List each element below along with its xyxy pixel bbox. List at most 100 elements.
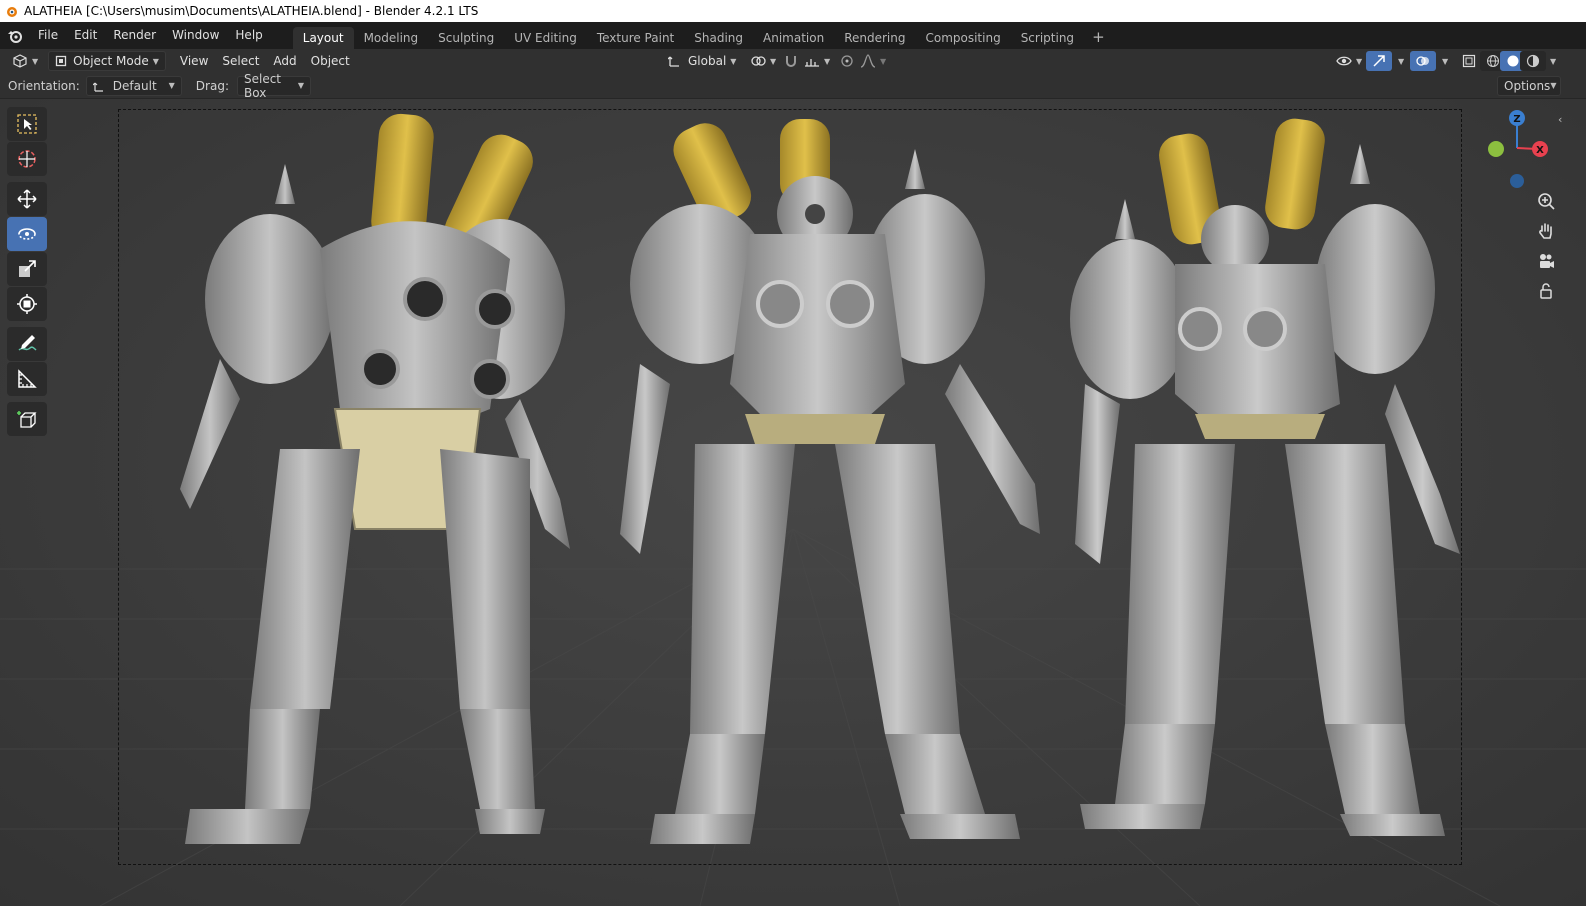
editor-type-button[interactable]: ▼ <box>6 51 44 71</box>
chevron-down-icon: ▼ <box>880 56 887 66</box>
ruler-icon <box>18 369 37 388</box>
menu-object[interactable]: Object <box>305 51 356 71</box>
orientation-field-label: Orientation: <box>8 78 80 93</box>
tool-rotate[interactable] <box>7 217 47 251</box>
cursor-icon <box>18 150 36 168</box>
overlays-dropdown[interactable]: ▼ <box>1432 51 1454 71</box>
tool-annotate[interactable] <box>7 327 47 361</box>
chevron-down-icon: ▼ <box>1550 81 1557 90</box>
solid-sphere-icon <box>1507 55 1519 67</box>
xray-toggle[interactable] <box>1456 51 1482 71</box>
drag-field-label: Drag: <box>195 78 229 93</box>
tool-measure[interactable] <box>7 362 47 396</box>
menu-edit[interactable]: Edit <box>66 22 105 49</box>
menu-file[interactable]: File <box>30 22 66 49</box>
chevron-down-icon: ▼ <box>152 56 159 66</box>
robot-model-back[interactable] <box>160 109 590 854</box>
pan-button[interactable] <box>1533 218 1559 244</box>
window-titlebar: ALATHEIA [C:\Users\musim\Documents\ALATH… <box>0 0 1586 22</box>
proportional-falloff-dropdown[interactable]: ▼ <box>854 51 892 71</box>
menu-view[interactable]: View <box>174 51 214 71</box>
chevron-down-icon: ▼ <box>32 56 39 66</box>
tab-layout[interactable]: Layout <box>292 27 354 49</box>
eye-icon <box>1336 56 1352 66</box>
material-sphere-icon <box>1526 54 1540 68</box>
chevron-down-icon: ▼ <box>1550 56 1557 66</box>
pivot-icon <box>751 56 766 66</box>
sidebar-toggle-chevron-icon[interactable]: ‹ <box>1558 113 1570 127</box>
tool-move[interactable] <box>7 182 47 216</box>
axis-y-handle[interactable] <box>1488 141 1504 157</box>
visibility-dropdown[interactable]: ▼ <box>1330 51 1368 71</box>
mode-dropdown[interactable]: Object Mode ▼ <box>48 51 166 71</box>
zoom-button[interactable] <box>1533 188 1559 214</box>
tool-shelf <box>7 107 47 437</box>
options-dropdown[interactable]: Options ▼ <box>1497 75 1561 96</box>
menu-window[interactable]: Window <box>164 22 227 49</box>
shading-dropdown[interactable]: ▼ <box>1540 51 1562 71</box>
pivot-point-dropdown[interactable]: ▼ <box>744 51 782 71</box>
menu-select[interactable]: Select <box>216 51 265 71</box>
tool-select-box[interactable] <box>7 107 47 141</box>
3d-viewport[interactable]: Z X ‹ <box>0 99 1586 906</box>
chevron-down-icon: ▼ <box>297 81 304 90</box>
snap-increment-icon <box>805 59 819 67</box>
tab-rendering[interactable]: Rendering <box>834 27 915 49</box>
transform-orientation-dropdown[interactable]: Global ▼ <box>662 51 742 71</box>
tool-add-cube[interactable] <box>7 402 47 436</box>
tool-scale[interactable] <box>7 252 47 286</box>
tab-uv-editing[interactable]: UV Editing <box>504 27 587 49</box>
chevron-down-icon: ▼ <box>770 56 777 66</box>
menu-render[interactable]: Render <box>105 22 164 49</box>
viewport-header: ▼ Object Mode ▼ View Select Add Object G… <box>0 49 1586 73</box>
tool-cursor[interactable] <box>7 142 47 176</box>
tab-modeling[interactable]: Modeling <box>354 27 429 49</box>
tab-compositing[interactable]: Compositing <box>915 27 1010 49</box>
scale-icon <box>19 260 36 277</box>
add-workspace-button[interactable]: + <box>1084 27 1113 49</box>
rotate-icon <box>18 228 36 240</box>
drag-dropdown[interactable]: Select Box ▼ <box>236 72 311 100</box>
chevron-down-icon: ▼ <box>824 56 831 66</box>
object-mode-icon <box>56 55 67 67</box>
tab-texture-paint[interactable]: Texture Paint <box>587 27 684 49</box>
chevron-down-icon: ▼ <box>1356 56 1363 66</box>
lock-icon <box>1540 283 1552 299</box>
orientation-dropdown[interactable]: Default ▼ <box>85 75 182 96</box>
tab-animation[interactable]: Animation <box>753 27 834 49</box>
robot-model-front[interactable] <box>615 114 1055 854</box>
xray-icon <box>1462 54 1476 68</box>
magnet-icon <box>786 56 796 67</box>
tab-sculpting[interactable]: Sculpting <box>428 27 504 49</box>
chevron-down-icon: ▼ <box>730 56 737 66</box>
blender-icon <box>8 30 22 43</box>
add-cube-icon <box>17 411 37 428</box>
overlays-icon <box>1416 56 1429 66</box>
robot-model-three-quarter[interactable] <box>1065 114 1465 844</box>
mode-label: Object Mode <box>73 54 149 68</box>
camera-view-button[interactable] <box>1533 248 1559 274</box>
tab-shading[interactable]: Shading <box>684 27 753 49</box>
camera-icon <box>1540 254 1554 268</box>
orientation-value: Default <box>112 78 157 93</box>
orientation-icon <box>92 82 103 92</box>
hand-icon <box>1539 223 1552 239</box>
axis-negative-z-handle[interactable] <box>1510 174 1524 188</box>
blender-logo-icon <box>7 7 17 17</box>
blender-menu-logo[interactable] <box>0 29 30 43</box>
axis-z-label: Z <box>1513 114 1520 125</box>
orientation-icon <box>668 56 679 67</box>
snap-target-dropdown[interactable]: ▼ <box>798 51 836 71</box>
orientation-label: Global <box>688 54 727 68</box>
gizmo-dropdown[interactable]: ▼ <box>1388 51 1410 71</box>
menu-add[interactable]: Add <box>267 51 302 71</box>
options-label: Options <box>1504 78 1551 93</box>
falloff-curve-icon <box>860 54 876 68</box>
axis-x-label: X <box>1536 145 1544 156</box>
gizmo-icon <box>1373 55 1385 67</box>
menu-help[interactable]: Help <box>227 22 270 49</box>
lock-view-button[interactable] <box>1533 278 1559 304</box>
zoom-magnifier-icon <box>1538 193 1555 210</box>
tool-transform[interactable] <box>7 287 47 321</box>
tab-scripting[interactable]: Scripting <box>1011 27 1084 49</box>
